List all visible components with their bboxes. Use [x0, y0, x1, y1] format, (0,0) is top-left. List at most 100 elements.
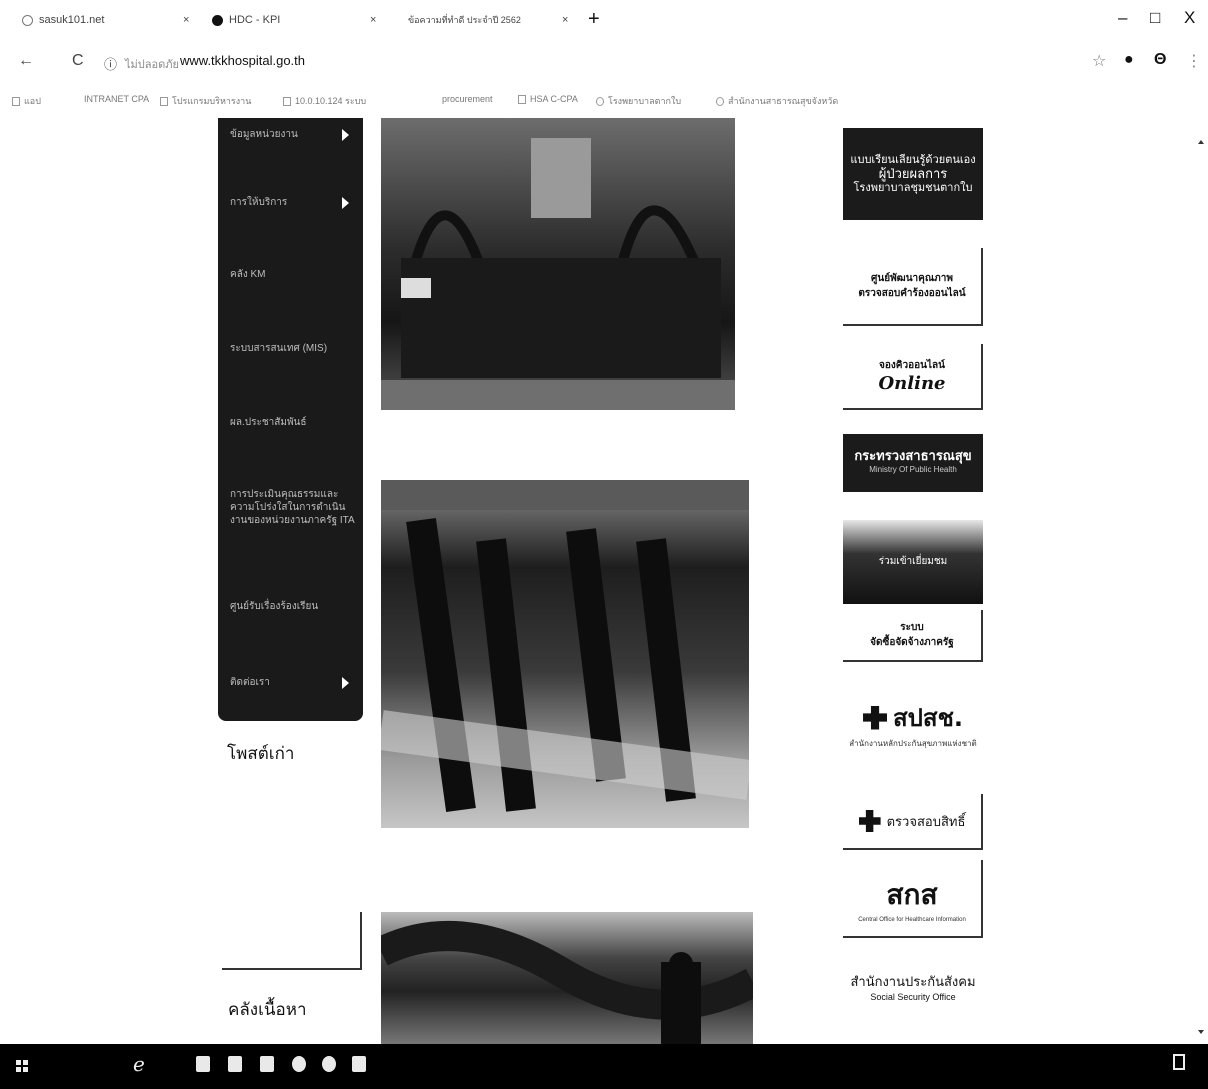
bookmark-item[interactable]: HSA C-CPA — [518, 94, 578, 104]
banner-sso[interactable]: สำนักงานประกันสังคม Social Security Offi… — [843, 946, 983, 1026]
banner-text: สำนักงานประกันสังคม — [850, 973, 976, 989]
banner-row: สปสช. — [863, 698, 963, 737]
document-icon[interactable] — [352, 1056, 366, 1072]
bookmark-item[interactable]: โปรแกรมบริหารงาน — [160, 94, 251, 108]
menu-item-services[interactable]: การให้บริการ — [230, 196, 355, 209]
reload-button[interactable]: C — [72, 52, 84, 70]
menu-item-about[interactable]: ข้อมูลหน่วยงาน — [230, 128, 355, 141]
tab-strip: sasuk101.net × HDC - KPI × ข้อความที่ทำด… — [0, 0, 1208, 40]
close-tab-icon[interactable]: × — [562, 8, 568, 32]
hdc-icon — [212, 14, 223, 26]
banner-text: โรงพยาบาลชุมชนตากใบ — [853, 182, 973, 194]
banner-text: Central Office for Healthcare Informatio… — [858, 917, 966, 923]
bookmark-label: INTRANET CPA — [84, 94, 150, 104]
close-window-button[interactable]: X — [1184, 8, 1195, 28]
banner-text: ผู้ป่วยผลการ — [878, 166, 948, 181]
globe-icon — [596, 96, 604, 106]
minimize-button[interactable]: – — [1118, 8, 1127, 28]
bookmark-item[interactable]: โรงพยาบาลตากใบ — [596, 94, 681, 108]
banner-online-queue[interactable]: จองคิวออนไลน์ Online — [843, 344, 983, 410]
profile-icon[interactable]: Θ — [1154, 51, 1166, 69]
tab-label: HDC - KPI — [229, 14, 281, 26]
sidebar-menu: ข้อมูลหน่วยงาน การให้บริการ คลัง KM ระบบ… — [218, 118, 363, 721]
bookmark-label: HSA C-CPA — [530, 94, 578, 104]
banner-text: แบบเรียนเลียนรู้ด้วยตนเอง — [850, 154, 976, 166]
chevron-right-icon — [342, 677, 349, 689]
menu-item-label: การประเมินคุณธรรมและความโปร่งใสในการดำเน… — [230, 489, 355, 526]
sidebar-widget-frame — [222, 912, 362, 970]
chrome-icon[interactable] — [322, 1056, 336, 1072]
banner-chi[interactable]: สกส Central Office for Healthcare Inform… — [843, 860, 983, 938]
photo-outdoor-graphic — [381, 921, 753, 1044]
bookmark-item[interactable]: INTRANET CPA — [84, 94, 149, 104]
banner-text: ตรวจสอบสิทธิ์ — [886, 813, 966, 829]
globe-icon — [716, 96, 724, 106]
tab-active-page[interactable]: ข้อความที่ทำดี ประจำปี 2562 — [408, 8, 521, 32]
bookmark-item[interactable]: สำนักงานสาธารณสุขจังหวัด — [716, 94, 838, 108]
site-info-icon[interactable]: ⓘ — [104, 54, 117, 73]
banner-nhso[interactable]: สปสช. สำนักงานหลักประกันสุขภาพแห่งชาติ — [843, 690, 983, 758]
menu-item-label: ติดต่อเรา — [230, 677, 270, 688]
menu-item-ita[interactable]: การประเมินคุณธรรมและความโปร่งใสในการดำเน… — [230, 488, 355, 527]
menu-item-pr[interactable]: ผล.ประชาสัมพันธ์ — [230, 416, 355, 429]
archive-heading: คลังเนื้อหา — [228, 1000, 307, 1020]
banner-text: กระทรวงสาธารณสุข — [854, 448, 972, 463]
banner-text: สปสช. — [893, 704, 963, 732]
bookmark-item[interactable]: 10.0.10.124 ระบบ — [283, 94, 366, 108]
bookmark-item[interactable]: แอป — [12, 94, 41, 108]
back-button[interactable]: ← — [18, 52, 34, 70]
page-icon — [518, 94, 526, 104]
menu-item-contact[interactable]: ติดต่อเรา — [230, 676, 355, 689]
file-explorer-icon[interactable] — [196, 1056, 210, 1072]
tab-hdc-kpi[interactable]: HDC - KPI — [212, 8, 280, 32]
close-tab-icon[interactable]: × — [370, 8, 376, 32]
maximize-button[interactable]: □ — [1150, 8, 1160, 28]
photo-people-graphic — [381, 480, 749, 813]
bookmark-label: โรงพยาบาลตากใบ — [608, 96, 682, 106]
mail-icon[interactable] — [260, 1056, 274, 1072]
menu-item-label: ข้อมูลหน่วยงาน — [230, 129, 298, 140]
banner-text: Social Security Office — [870, 991, 956, 1002]
banner-quality-center[interactable]: ศูนย์พัฒนาคุณภาพ ตรวจสอบคำร้องออนไลน์ — [843, 248, 983, 326]
url-text[interactable]: www.tkkhospital.go.th — [180, 53, 305, 68]
banner-text: ระบบ — [900, 622, 924, 633]
menu-item-label: ผล.ประชาสัมพันธ์ — [230, 417, 307, 428]
scroll-up-arrow-icon[interactable] — [1198, 140, 1204, 144]
menu-item-km[interactable]: คลัง KM — [230, 268, 355, 281]
menu-item-label: การให้บริการ — [230, 197, 288, 208]
extension-icon[interactable]: ● — [1124, 51, 1134, 69]
tab-label: sasuk101.net — [39, 14, 105, 26]
notification-center-icon[interactable] — [1173, 1054, 1185, 1070]
banner-text: สกส — [886, 878, 938, 911]
new-tab-button[interactable]: + — [588, 8, 600, 30]
store-icon[interactable] — [228, 1056, 242, 1072]
news-photo[interactable] — [381, 480, 749, 828]
bookmark-label: 10.0.10.124 ระบบ — [295, 96, 367, 106]
menu-item-label: ศูนย์รับเรื่องร้องเรียน — [230, 601, 319, 612]
page-icon — [22, 14, 33, 26]
banner-visit[interactable]: ร่วมเข้าเยี่ยมชม — [843, 520, 983, 604]
close-tab-icon[interactable]: × — [183, 8, 189, 32]
menu-item-mis[interactable]: ระบบสารสนเทศ (MIS) — [230, 342, 355, 355]
menu-item-complaints[interactable]: ศูนย์รับเรื่องร้องเรียน — [230, 600, 355, 613]
news-photo[interactable] — [381, 912, 753, 1044]
bookmark-item[interactable]: procurement — [442, 94, 493, 104]
tab-sasuk101[interactable]: sasuk101.net — [22, 8, 104, 32]
windows-start-icon[interactable] — [16, 1060, 28, 1072]
star-icon[interactable]: ☆ — [1092, 51, 1106, 71]
menu-icon[interactable]: ⋮ — [1186, 51, 1202, 71]
app-icon[interactable] — [292, 1056, 306, 1072]
banner-self-learning[interactable]: แบบเรียนเลียนรู้ด้วยตนเอง ผู้ป่วยผลการ โ… — [843, 128, 983, 220]
edge-browser-icon[interactable]: e — [133, 1052, 145, 1076]
scroll-down-arrow-icon[interactable] — [1198, 1030, 1204, 1034]
news-photo[interactable] — [381, 118, 735, 410]
bookmark-label: แอป — [24, 96, 41, 106]
banner-ministry-health[interactable]: กระทรวงสาธารณสุข Ministry Of Public Heal… — [843, 434, 983, 492]
chevron-right-icon — [342, 197, 349, 209]
cross-icon — [858, 810, 881, 832]
banner-procurement[interactable]: ระบบ จัดซื้อจัดจ้างภาครัฐ — [843, 610, 983, 662]
banner-text: จัดซื้อจัดจ้างภาครัฐ — [870, 637, 954, 648]
banner-text: Online — [878, 373, 946, 394]
bookmark-label: โปรแกรมบริหารงาน — [172, 96, 252, 106]
banner-check-rights[interactable]: ตรวจสอบสิทธิ์ — [843, 794, 983, 850]
